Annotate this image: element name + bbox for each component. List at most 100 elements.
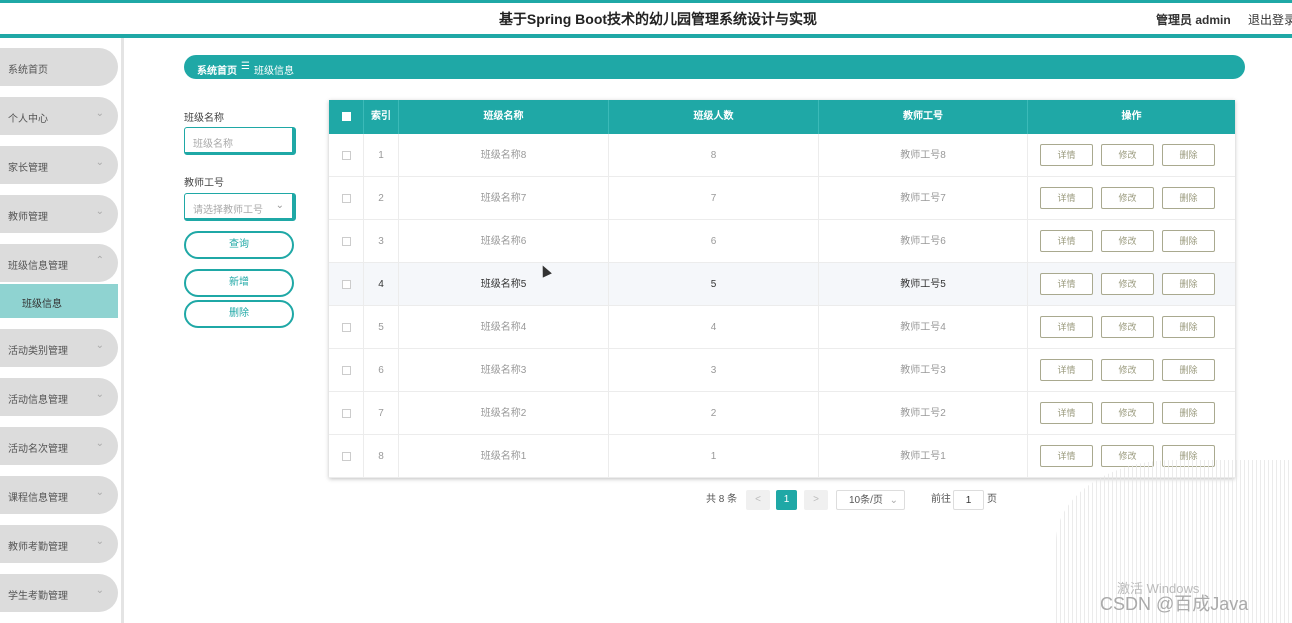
cell-index: 3: [364, 220, 399, 263]
cell-class-count: 7: [609, 177, 819, 220]
sidebar-item-label: 家长管理: [8, 163, 48, 174]
sidebar-item-teacher-attendance[interactable]: 教师考勤管理 ⌄: [0, 525, 118, 563]
cell-actions: 详情 修改 删除: [1028, 263, 1235, 306]
cell-teacher-id: 教师工号8: [819, 134, 1028, 177]
sidebar-item-parents[interactable]: 家长管理 ⌄: [0, 146, 118, 184]
detail-button[interactable]: 详情: [1040, 402, 1093, 424]
row-select-cell: [329, 435, 364, 478]
query-button[interactable]: 查询: [184, 231, 294, 259]
goto-page-input[interactable]: 1: [953, 490, 984, 510]
edit-button[interactable]: 修改: [1101, 359, 1154, 381]
cell-actions: 详情 修改 删除: [1028, 177, 1235, 220]
logout-link[interactable]: 退出登录: [1248, 11, 1292, 28]
column-header-index: 索引: [364, 100, 399, 134]
edit-button[interactable]: 修改: [1101, 144, 1154, 166]
row-checkbox[interactable]: [342, 323, 351, 332]
detail-button[interactable]: 详情: [1040, 316, 1093, 338]
sidebar-item-class-info[interactable]: 班级信息管理 ⌃: [0, 244, 118, 282]
delete-button[interactable]: 删除: [1162, 402, 1215, 424]
cell-teacher-id: 教师工号3: [819, 349, 1028, 392]
cell-index: 6: [364, 349, 399, 392]
sidebar-item-activity-ranking[interactable]: 活动名次管理 ⌄: [0, 427, 118, 465]
chevron-down-icon: ⌄: [95, 536, 104, 547]
edit-button[interactable]: 修改: [1101, 230, 1154, 252]
sidebar-subitem-class-info[interactable]: 班级信息: [0, 284, 118, 318]
edit-button[interactable]: 修改: [1101, 316, 1154, 338]
page-size-value: 10条/页: [849, 495, 883, 506]
table-row: 1 班级名称8 8 教师工号8 详情 修改 删除: [329, 134, 1235, 177]
class-table: 索引 班级名称 班级人数 教师工号 操作 1 班级名称8 8 教师工号8 详情 修改 删除 2…: [329, 100, 1235, 478]
detail-button[interactable]: 详情: [1040, 230, 1093, 252]
table-row: 6 班级名称3 3 教师工号3 详情 修改 删除: [329, 349, 1235, 392]
select-all-cell: [329, 100, 364, 134]
detail-button[interactable]: 详情: [1040, 187, 1093, 209]
sidebar-item-label: 活动信息管理: [8, 395, 68, 406]
chevron-down-icon: ⌄: [95, 340, 104, 351]
detail-button[interactable]: 详情: [1040, 445, 1093, 467]
cell-class-count: 6: [609, 220, 819, 263]
sidebar: 系统首页 个人中心 ⌄ 家长管理 ⌄ 教师管理 ⌄ 班级信息管理 ⌃ 班级信息 …: [0, 38, 124, 623]
row-checkbox[interactable]: [342, 194, 351, 203]
pagination-total: 共 8 条: [706, 494, 738, 505]
cell-index: 4: [364, 263, 399, 306]
sidebar-item-personal-center[interactable]: 个人中心 ⌄: [0, 97, 118, 135]
cell-class-name: 班级名称3: [399, 349, 609, 392]
row-checkbox[interactable]: [342, 452, 351, 461]
sidebar-item-teachers[interactable]: 教师管理 ⌄: [0, 195, 118, 233]
add-button[interactable]: 新增: [184, 269, 294, 297]
sidebar-item-activity-category[interactable]: 活动类别管理 ⌄: [0, 329, 118, 367]
chevron-down-icon: ⌄: [95, 157, 104, 168]
sidebar-item-label: 个人中心: [8, 114, 48, 125]
cell-index: 2: [364, 177, 399, 220]
csdn-watermark: CSDN @百成Java: [1100, 594, 1249, 614]
chevron-up-icon: ⌃: [95, 255, 104, 266]
sidebar-item-home[interactable]: 系统首页: [0, 48, 118, 86]
delete-button[interactable]: 删除: [1162, 359, 1215, 381]
chevron-down-icon: ⌄: [275, 200, 284, 211]
delete-button[interactable]: 删除: [1162, 144, 1215, 166]
detail-button[interactable]: 详情: [1040, 273, 1093, 295]
cell-teacher-id: 教师工号2: [819, 392, 1028, 435]
row-select-cell: [329, 134, 364, 177]
row-checkbox[interactable]: [342, 409, 351, 418]
cell-teacher-id: 教师工号4: [819, 306, 1028, 349]
sidebar-item-activity-info[interactable]: 活动信息管理 ⌄: [0, 378, 118, 416]
next-page-button[interactable]: >: [804, 490, 828, 510]
sidebar-item-label: 活动名次管理: [8, 444, 68, 455]
detail-button[interactable]: 详情: [1040, 359, 1093, 381]
cell-actions: 详情 修改 删除: [1028, 306, 1235, 349]
page-size-select[interactable]: 10条/页 ⌄: [836, 490, 905, 510]
row-select-cell: [329, 392, 364, 435]
cell-teacher-id: 教师工号6: [819, 220, 1028, 263]
top-bar: 基于Spring Boot技术的幼儿园管理系统设计与实现 管理员 admin 退…: [0, 0, 1292, 38]
delete-button[interactable]: 删除: [1162, 273, 1215, 295]
sidebar-item-course-info[interactable]: 课程信息管理 ⌄: [0, 476, 118, 514]
prev-page-button[interactable]: <: [746, 490, 770, 510]
delete-button[interactable]: 删除: [1162, 187, 1215, 209]
row-checkbox[interactable]: [342, 151, 351, 160]
teacher-id-select[interactable]: 请选择教师工号 ⌄: [184, 193, 296, 221]
cell-class-count: 5: [609, 263, 819, 306]
row-checkbox[interactable]: [342, 280, 351, 289]
table-header: 索引 班级名称 班级人数 教师工号 操作: [329, 100, 1235, 134]
cell-class-count: 4: [609, 306, 819, 349]
batch-delete-button[interactable]: 删除: [184, 300, 294, 328]
edit-button[interactable]: 修改: [1101, 187, 1154, 209]
breadcrumb-home[interactable]: 系统首页: [197, 62, 237, 77]
page-1-button[interactable]: 1: [776, 490, 797, 510]
class-name-input[interactable]: 班级名称: [184, 127, 296, 155]
table-row: 2 班级名称7 7 教师工号7 详情 修改 删除: [329, 177, 1235, 220]
chevron-down-icon: ⌄: [95, 438, 104, 449]
row-checkbox[interactable]: [342, 366, 351, 375]
sidebar-item-student-attendance[interactable]: 学生考勤管理 ⌄: [0, 574, 118, 612]
row-select-cell: [329, 263, 364, 306]
edit-button[interactable]: 修改: [1101, 402, 1154, 424]
select-all-checkbox[interactable]: [342, 112, 351, 121]
page-suffix: 页: [987, 494, 997, 505]
delete-button[interactable]: 删除: [1162, 316, 1215, 338]
detail-button[interactable]: 详情: [1040, 144, 1093, 166]
row-checkbox[interactable]: [342, 237, 351, 246]
class-name-label: 班级名称: [184, 113, 224, 124]
edit-button[interactable]: 修改: [1101, 273, 1154, 295]
delete-button[interactable]: 删除: [1162, 230, 1215, 252]
